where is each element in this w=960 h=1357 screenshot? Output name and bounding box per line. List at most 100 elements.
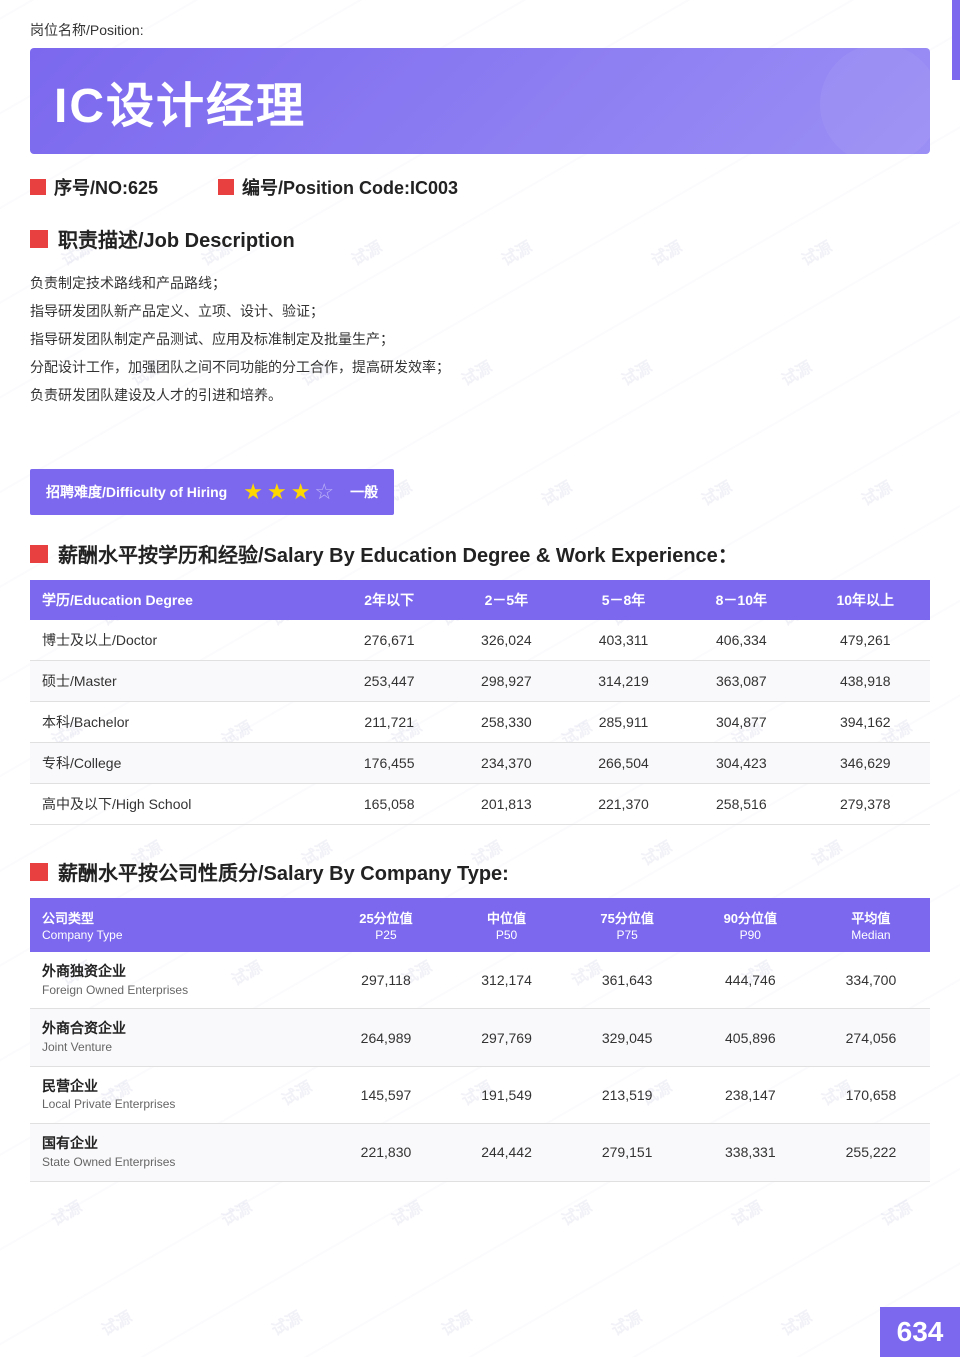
table-row: 民营企业Local Private Enterprises145,597191,…: [30, 1066, 930, 1123]
edu-table-header-cell: 10年以上: [801, 580, 930, 620]
job-desc-item: 负责制定技术路线和产品路线；: [30, 269, 930, 297]
code-red-square: [218, 179, 234, 195]
edu-table-header-cell: 2年以下: [331, 580, 448, 620]
edu-salary-cell: 403,311: [565, 620, 682, 661]
company-salary-cell: 238,147: [689, 1066, 812, 1123]
page-number: 634: [897, 1316, 944, 1348]
watermark-text: 试源: [266, 1304, 306, 1341]
edu-table-header-cell: 8－10年: [682, 580, 800, 620]
edu-table-header-cell: 学历/Education Degree: [30, 580, 331, 620]
salary-company-header: 薪酬水平按公司性质分/Salary By Company Type:: [30, 857, 930, 886]
edu-salary-cell: 479,261: [801, 620, 930, 661]
company-salary-cell: 329,045: [566, 1009, 689, 1066]
info-row: 序号/NO:625 编号/Position Code:IC003: [30, 174, 930, 200]
company-table-body: 外商独资企业Foreign Owned Enterprises297,11831…: [30, 952, 930, 1181]
position-title: IC设计经理: [54, 66, 906, 136]
page-number-box: 634: [880, 1307, 960, 1357]
edu-salary-cell: 285,911: [565, 702, 682, 743]
difficulty-bar: 招聘难度/Difficulty of Hiring ★★★☆ 一般: [30, 469, 394, 515]
company-type-cell: 国有企业State Owned Enterprises: [30, 1124, 324, 1181]
company-name-en: State Owned Enterprises: [42, 1154, 316, 1171]
edu-degree-cell: 专科/College: [30, 743, 331, 784]
edu-degree-cell: 博士及以上/Doctor: [30, 620, 331, 661]
company-type-cell: 民营企业Local Private Enterprises: [30, 1066, 324, 1123]
salary-education-section: 薪酬水平按学历和经验/Salary By Education Degree & …: [30, 539, 930, 825]
company-salary-cell: 274,056: [812, 1009, 930, 1066]
edu-salary-cell: 298,927: [448, 661, 565, 702]
company-type-cell: 外商独资企业Foreign Owned Enterprises: [30, 952, 324, 1009]
company-name-cn: 民营企业: [42, 1077, 316, 1097]
job-desc-title: 职责描述/Job Description: [58, 224, 295, 253]
company-salary-cell: 312,174: [448, 952, 566, 1009]
no-red-square: [30, 179, 46, 195]
edu-salary-cell: 211,721: [331, 702, 448, 743]
company-salary-cell: 170,658: [812, 1066, 930, 1123]
edu-table-header-cell: 2－5年: [448, 580, 565, 620]
difficulty-label: 招聘难度/Difficulty of Hiring: [46, 482, 227, 502]
edu-salary-cell: 314,219: [565, 661, 682, 702]
difficulty-note: 一般: [350, 482, 378, 502]
company-salary-cell: 279,151: [566, 1124, 689, 1181]
job-desc-item: 指导研发团队制定产品测试、应用及标准制定及批量生产；: [30, 325, 930, 353]
watermark-text: 试源: [606, 1304, 646, 1341]
table-row: 本科/Bachelor211,721258,330285,911304,8773…: [30, 702, 930, 743]
edu-salary-cell: 346,629: [801, 743, 930, 784]
salary-company-icon: [30, 863, 48, 881]
table-row: 外商合资企业Joint Venture264,989297,769329,045…: [30, 1009, 930, 1066]
company-table-header-cell: 平均值Median: [812, 898, 930, 952]
company-table-header-cell: 中位值P50: [448, 898, 566, 952]
watermark-text: 试源: [436, 1304, 476, 1341]
table-row: 专科/College176,455234,370266,504304,42334…: [30, 743, 930, 784]
company-salary-cell: 297,118: [324, 952, 447, 1009]
company-name-cn: 外商合资企业: [42, 1019, 316, 1039]
table-row: 国有企业State Owned Enterprises221,830244,44…: [30, 1124, 930, 1181]
table-row: 博士及以上/Doctor276,671326,024403,311406,334…: [30, 620, 930, 661]
stars-container: ★★★☆: [243, 479, 334, 505]
edu-salary-cell: 394,162: [801, 702, 930, 743]
company-name-en: Joint Venture: [42, 1039, 316, 1056]
edu-salary-cell: 258,516: [682, 784, 800, 825]
edu-salary-cell: 304,877: [682, 702, 800, 743]
edu-table-header-row: 学历/Education Degree2年以下2－5年5－8年8－10年10年以…: [30, 580, 930, 620]
no-text: 序号/NO:625: [54, 174, 158, 200]
salary-edu-header: 薪酬水平按学历和经验/Salary By Education Degree & …: [30, 539, 930, 568]
salary-company-section: 薪酬水平按公司性质分/Salary By Company Type: 公司类型C…: [30, 857, 930, 1182]
edu-degree-cell: 高中及以下/High School: [30, 784, 331, 825]
company-salary-cell: 221,830: [324, 1124, 447, 1181]
edu-table-body: 博士及以上/Doctor276,671326,024403,311406,334…: [30, 620, 930, 825]
company-salary-cell: 255,222: [812, 1124, 930, 1181]
edu-salary-cell: 165,058: [331, 784, 448, 825]
star-filled: ★: [243, 479, 263, 505]
company-name-cn: 国有企业: [42, 1134, 316, 1154]
company-salary-cell: 361,643: [566, 952, 689, 1009]
company-table-header-cell: 75分位值P75: [566, 898, 689, 952]
job-desc-icon: [30, 230, 48, 248]
table-row: 外商独资企业Foreign Owned Enterprises297,11831…: [30, 952, 930, 1009]
edu-salary-cell: 234,370: [448, 743, 565, 784]
no-item: 序号/NO:625: [30, 174, 158, 200]
code-text: 编号/Position Code:IC003: [242, 174, 458, 200]
company-salary-cell: 444,746: [689, 952, 812, 1009]
edu-table-header-cell: 5－8年: [565, 580, 682, 620]
salary-edu-icon: [30, 545, 48, 563]
corner-bar-top: [952, 0, 960, 80]
edu-salary-cell: 438,918: [801, 661, 930, 702]
edu-salary-cell: 363,087: [682, 661, 800, 702]
edu-salary-cell: 326,024: [448, 620, 565, 661]
watermark-text: 试源: [96, 1304, 136, 1341]
star-filled: ★: [267, 479, 287, 505]
company-salary-cell: 334,700: [812, 952, 930, 1009]
position-label: 岗位名称/Position:: [30, 20, 930, 40]
title-banner: IC设计经理: [30, 48, 930, 154]
edu-salary-cell: 176,455: [331, 743, 448, 784]
edu-degree-cell: 硕士/Master: [30, 661, 331, 702]
job-desc-item: 分配设计工作，加强团队之间不同功能的分工合作，提高研发效率；: [30, 353, 930, 381]
company-salary-cell: 213,519: [566, 1066, 689, 1123]
edu-salary-cell: 253,447: [331, 661, 448, 702]
company-table-header-cell: 25分位值P25: [324, 898, 447, 952]
company-salary-cell: 405,896: [689, 1009, 812, 1066]
edu-salary-cell: 201,813: [448, 784, 565, 825]
code-item: 编号/Position Code:IC003: [218, 174, 458, 200]
salary-edu-title: 薪酬水平按学历和经验/Salary By Education Degree & …: [58, 539, 738, 568]
salary-company-table: 公司类型Company Type25分位值P25中位值P5075分位值P7590…: [30, 898, 930, 1182]
